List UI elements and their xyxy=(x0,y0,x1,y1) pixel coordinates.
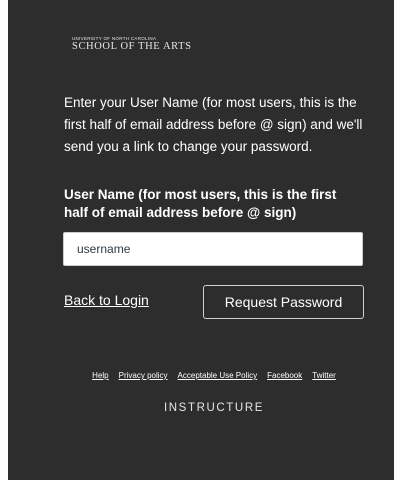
logo-school-line: SCHOOL OF THE ARTS xyxy=(72,41,192,52)
footer-link-privacy-policy[interactable]: Privacy policy xyxy=(119,371,168,380)
footer-link-facebook[interactable]: Facebook xyxy=(267,371,302,380)
back-to-login-link[interactable]: Back to Login xyxy=(64,292,149,308)
username-input[interactable] xyxy=(63,232,363,266)
login-panel: UNIVERSITY OF NORTH CAROLINA SCHOOL OF T… xyxy=(8,0,394,480)
instructure-logo: INSTRUCTURE xyxy=(163,402,264,414)
footer-link-help[interactable]: Help xyxy=(92,371,108,380)
footer-link-acceptable-use-policy[interactable]: Acceptable Use Policy xyxy=(178,371,258,380)
request-password-button[interactable]: Request Password xyxy=(203,285,364,319)
forgot-password-instructions: Enter your User Name (for most users, th… xyxy=(64,95,363,154)
school-logo: UNIVERSITY OF NORTH CAROLINA SCHOOL OF T… xyxy=(72,36,192,53)
footer-link-twitter[interactable]: Twitter xyxy=(312,371,336,380)
footer-links: Help Privacy policy Acceptable Use Polic… xyxy=(64,371,364,380)
username-label: User Name (for most users, this is the f… xyxy=(64,187,337,220)
